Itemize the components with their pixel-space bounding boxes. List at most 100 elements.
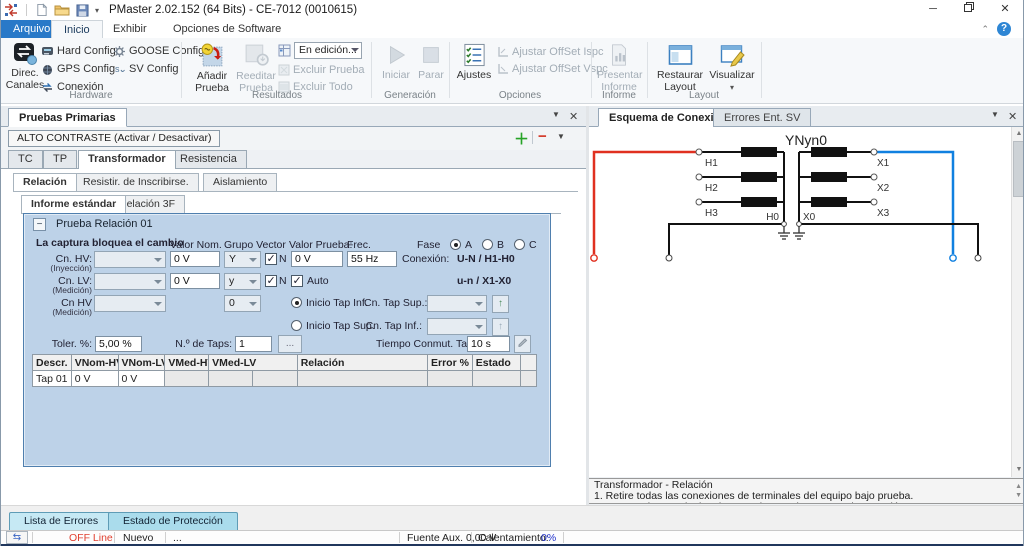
presentar-informe-icon (607, 42, 631, 68)
ajustes-button[interactable]: Ajustes (455, 42, 493, 81)
panel-close-icon[interactable]: ✕ (569, 110, 578, 123)
connection-toggle-button[interactable]: ⇆ (6, 531, 28, 544)
col-extra (520, 355, 536, 371)
tab-estado-proteccion[interactable]: Estado de Protección (108, 512, 238, 531)
auto-checkbox[interactable] (291, 275, 303, 287)
visualizar-button[interactable]: Visualizar ▾ (707, 42, 757, 94)
fase-a-radio[interactable] (450, 239, 461, 250)
add-test-icon[interactable]: ＋ (514, 128, 529, 149)
hv-valor-prueba-input[interactable]: 0 V (291, 251, 343, 267)
cell-vmed-lv (209, 371, 253, 387)
panel-dropdown-icon[interactable]: ▼ (991, 110, 999, 119)
tab-opciones-software[interactable]: Opciones de Software (161, 20, 293, 38)
tab-aislamiento[interactable]: Aislamiento (203, 173, 277, 191)
help-button[interactable]: ? (997, 22, 1011, 36)
save-icon[interactable] (76, 4, 89, 17)
ribbon-collapse-icon[interactable]: ⌃ (981, 24, 989, 35)
panel-close-icon[interactable]: ✕ (1008, 110, 1017, 123)
gps-config-button[interactable]: GPS Config (41, 62, 115, 76)
label-h3: H3 (705, 208, 718, 219)
tab-errores-ent-sv[interactable]: Errores Ent. SV (713, 108, 811, 127)
tab-tc[interactable]: TC (8, 150, 43, 168)
cn-hv-combo[interactable] (94, 251, 166, 268)
collapse-test-button[interactable]: − (33, 218, 46, 231)
tab-relacion[interactable]: Relación (13, 173, 77, 191)
new-document-icon[interactable] (35, 3, 48, 17)
diagram-scrollbar[interactable]: ▲ ▼ (1011, 127, 1024, 477)
lv-winding-x3 (811, 197, 847, 207)
iniciar-button[interactable]: Iniciar (379, 42, 413, 81)
anadir-prueba-button[interactable]: Añadir Prueba (191, 42, 233, 94)
taps-input[interactable]: 1 (235, 336, 272, 352)
panel-dropdown-icon[interactable]: ▼ (552, 110, 560, 119)
tab-resistir-inscribirse[interactable]: Resistir. de Inscribirse. (73, 173, 199, 191)
label-x1: X1 (877, 158, 890, 169)
fase-c-radio[interactable] (514, 239, 525, 250)
parar-button[interactable]: Parar (415, 42, 447, 81)
excluir-prueba-button[interactable]: Excluir Prueba (278, 63, 365, 77)
scroll-down-icon[interactable]: ▼ (1012, 463, 1024, 477)
cn-lv-combo[interactable] (94, 273, 166, 290)
tap-time-tool-button[interactable] (514, 335, 531, 353)
tab-informe-estandar[interactable]: Informe estándar (21, 195, 126, 213)
lv-grupo-combo[interactable]: y (224, 273, 261, 290)
cell-descr[interactable]: Tap 01 (33, 371, 72, 387)
terminal-h1 (696, 149, 702, 155)
toler-input[interactable]: 5,00 % (95, 336, 142, 352)
tab-tp[interactable]: TP (43, 150, 77, 168)
minimize-button[interactable]: ─ (915, 0, 951, 20)
alto-contraste-button[interactable]: ALTO CONTRASTE (Activar / Desactivar) (8, 130, 220, 147)
divider (532, 131, 533, 144)
cn-tap-sup-combo[interactable] (427, 295, 487, 312)
scroll-thumb[interactable] (1013, 141, 1024, 197)
tab-lista-errores[interactable]: Lista de Errores (9, 512, 113, 531)
divider (114, 532, 115, 543)
tab-pruebas-primarias[interactable]: Pruebas Primarias (8, 108, 127, 127)
hv-grupo-combo[interactable]: Y (224, 251, 261, 268)
lv-valor-nom-input[interactable]: 0 V (170, 273, 220, 289)
restaurar-layout-button[interactable]: Restaurar Layout (655, 42, 705, 93)
cell-vnom-hv[interactable]: 0 V (71, 371, 118, 387)
inicio-tap-sup-radio[interactable] (291, 320, 302, 331)
qat-dropdown-icon[interactable]: ▾ (95, 6, 99, 15)
restore-button[interactable] (951, 0, 987, 20)
tab-transformador[interactable]: Transformador (78, 150, 176, 169)
presentar-informe-button[interactable]: Presentar Informe (597, 42, 641, 93)
ribbon-tab-row: Arquivo Inicio Exhibir Opciones de Softw… (1, 20, 1023, 38)
label-x0: X0 (803, 212, 816, 223)
tap-inf-arrow-button[interactable]: ↑ (492, 318, 509, 336)
hv2-grupo-combo[interactable]: 0 (224, 295, 261, 312)
gps-config-icon (41, 63, 54, 76)
hv-frec-input[interactable]: 55 Hz (347, 251, 397, 267)
result-state-icon (278, 44, 291, 57)
ajustar-offset-ispc-button[interactable]: Ajustar OffSet Ispc (497, 45, 604, 59)
open-folder-icon[interactable] (54, 3, 70, 17)
reeditar-prueba-button[interactable]: Reeditar Prueba (235, 42, 277, 94)
direc-canales-button[interactable]: Direc. Canales (5, 42, 45, 91)
remove-test-icon[interactable]: − (538, 128, 547, 145)
tab-inicio[interactable]: Inicio (51, 20, 103, 38)
hard-config-button[interactable]: Hard Config (41, 44, 116, 58)
taps-more-button[interactable]: ... (278, 335, 302, 353)
cn-tap-inf-combo[interactable] (427, 318, 487, 335)
inicio-tap-inf-radio[interactable] (291, 297, 302, 308)
scroll-up-icon[interactable]: ▲ (1012, 127, 1024, 141)
tiempo-input[interactable]: 10 s (467, 336, 510, 352)
tab-exhibir[interactable]: Exhibir (101, 20, 159, 38)
cn-hv2-combo[interactable] (94, 295, 166, 312)
fase-b-radio[interactable] (482, 239, 493, 250)
hv-valor-nom-input[interactable]: 0 V (170, 251, 220, 267)
instr-scroll-down-icon[interactable]: ▼ (1015, 490, 1022, 501)
estado-prueba-combo[interactable]: En edición... (294, 42, 362, 59)
sv-config-icon: s (113, 63, 126, 76)
hv-n-checkbox[interactable] (265, 253, 277, 265)
table-row[interactable]: Tap 01 0 V 0 V (33, 371, 537, 387)
hv-test-lead-wire (594, 152, 696, 254)
sv-config-button[interactable]: s SV Config (113, 62, 179, 76)
close-button[interactable]: ✕ (987, 0, 1023, 20)
tab-resistencia[interactable]: Resistencia (170, 150, 247, 168)
remove-dropdown-icon[interactable]: ▼ (557, 132, 565, 141)
lv-n-checkbox[interactable] (265, 275, 277, 287)
cell-vnom-lv[interactable]: 0 V (118, 371, 165, 387)
tap-sup-arrow-button[interactable]: ↑ (492, 295, 509, 313)
